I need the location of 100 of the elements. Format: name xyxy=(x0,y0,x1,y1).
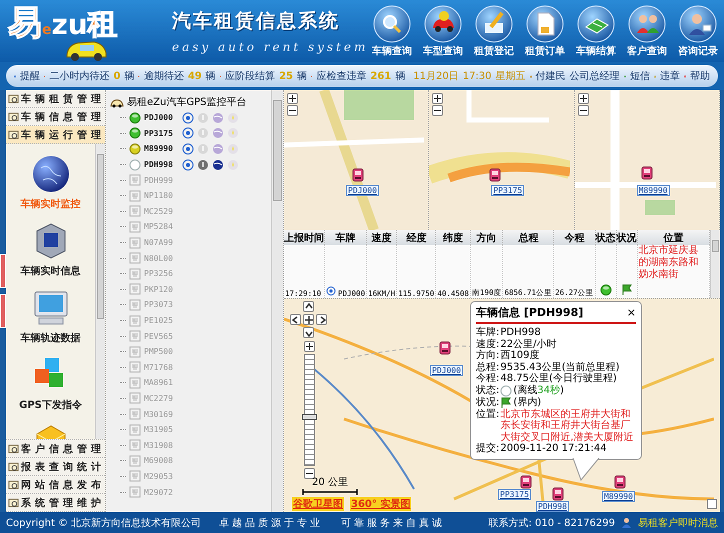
column-header[interactable]: 经度 xyxy=(396,230,436,245)
toolbar-button[interactable]: 咨询记录 xyxy=(678,4,718,58)
toolbar-button[interactable]: 租赁登记 xyxy=(474,4,514,58)
zoom-out-button[interactable] xyxy=(578,105,589,116)
zoom-in-button[interactable] xyxy=(578,93,589,104)
tree-root[interactable]: 易租eZu汽车GPS监控平台 xyxy=(110,94,271,110)
tree-item[interactable]: PP3175 xyxy=(110,126,271,142)
scrollbar[interactable] xyxy=(95,144,105,439)
plate-label[interactable]: PDJ000 xyxy=(430,365,463,376)
idle-status-icon xyxy=(129,142,141,155)
splitter-handle[interactable] xyxy=(0,294,6,328)
inactive-vehicle-icon xyxy=(129,205,141,218)
column-header[interactable]: 上报时间 xyxy=(284,230,324,245)
toolbar-button[interactable]: 车型查询 xyxy=(423,4,463,58)
plate-label[interactable]: PP3175 xyxy=(498,489,531,500)
column-header[interactable]: 车牌 xyxy=(324,230,367,245)
inactive-vehicle-icon xyxy=(129,190,141,202)
inactive-vehicle-icon xyxy=(129,439,141,452)
column-header[interactable]: 位置 xyxy=(637,230,710,245)
globe-icon xyxy=(212,158,224,171)
menu-section-header[interactable]: 车辆信息管理 xyxy=(6,108,105,126)
plate-label[interactable]: PP3175 xyxy=(491,185,524,196)
scale-label: 20 公里 xyxy=(312,476,348,489)
plate-label[interactable]: M89990 xyxy=(636,185,670,196)
toolbar-button[interactable]: 租赁订单 xyxy=(525,4,565,58)
tree-item[interactable]: M89990 xyxy=(110,141,271,157)
toolbar-link[interactable]: 短信 xyxy=(630,69,650,83)
toolbar-button[interactable]: 车辆查询 xyxy=(372,4,412,58)
field-label: 车牌: xyxy=(476,327,500,338)
column-header[interactable]: 今程 xyxy=(554,230,596,245)
offline-status-icon xyxy=(500,384,512,396)
inactive-vehicle-icon xyxy=(129,486,141,498)
zoom-in-button[interactable] xyxy=(432,93,444,104)
menu-item[interactable]: 车辆实时信息 xyxy=(20,221,80,278)
pan-right-button[interactable] xyxy=(316,314,327,325)
menu-section-header[interactable]: 网站信息发布 xyxy=(6,476,105,494)
scrollbar[interactable] xyxy=(271,90,283,512)
plate-label[interactable]: M89990 xyxy=(602,491,635,502)
column-header[interactable]: 速度 xyxy=(366,230,397,245)
splitter-handle[interactable] xyxy=(0,254,6,288)
plus-icon xyxy=(306,343,312,350)
toolbar-link[interactable]: 违章 xyxy=(660,69,680,83)
inactive-vehicle-icon xyxy=(129,346,141,358)
plate-label[interactable]: PDJ000 xyxy=(346,185,379,196)
signal-icon xyxy=(182,127,194,140)
map-corner-button[interactable] xyxy=(707,499,717,509)
plate-label[interactable]: PDH998 xyxy=(536,501,569,512)
center-button[interactable] xyxy=(303,314,314,325)
book-icon xyxy=(577,4,615,42)
zoom-in-button[interactable] xyxy=(287,93,298,104)
toolbar-button[interactable]: 客户查询 xyxy=(627,4,667,58)
pan-down-button[interactable] xyxy=(303,327,314,338)
inactive-vehicle-icon xyxy=(129,236,141,249)
menu-section-header[interactable]: 系统管理维护 xyxy=(6,494,105,512)
zoom-out-button[interactable] xyxy=(304,468,314,479)
reminder-text: 二小时内待还 xyxy=(49,70,110,83)
menu-section-header[interactable]: 客户信息管理 xyxy=(6,440,105,458)
unit-label: 辆 xyxy=(206,70,216,83)
inactive-vehicle-icon xyxy=(129,298,141,311)
pan-up-button[interactable] xyxy=(303,301,314,312)
folder-icon xyxy=(8,129,19,140)
scrollbar[interactable] xyxy=(710,230,720,298)
alert-icon xyxy=(196,112,209,124)
column-header[interactable]: 总程 xyxy=(502,230,554,245)
column-header[interactable]: 纬度 xyxy=(436,230,470,245)
popup-title: 车辆信息 [PDH998] xyxy=(476,305,584,320)
user-icon xyxy=(621,517,632,528)
field-label: 总程: xyxy=(476,362,500,373)
globe-icon xyxy=(30,154,70,194)
toolbar-button[interactable]: 车辆结算 xyxy=(576,4,616,58)
reminder-text: 逾期待还 xyxy=(144,70,184,83)
close-button[interactable]: × xyxy=(626,306,636,319)
pan-left-button[interactable] xyxy=(290,314,301,325)
folder-icon xyxy=(8,443,19,454)
menu-section-header[interactable]: 车辆运行管理 xyxy=(6,126,105,144)
menu-section-header[interactable]: 报表查询统计 xyxy=(6,458,105,476)
globe-icon xyxy=(212,142,224,155)
menu-item[interactable]: GPS下发指令 xyxy=(19,355,82,412)
toolbar-link[interactable]: 帮助 xyxy=(690,69,710,83)
zoom-in-button[interactable] xyxy=(304,341,314,352)
inactive-vehicle-icon xyxy=(129,174,141,186)
menu-item[interactable]: 车辆轨迹数据 xyxy=(20,288,80,345)
tree-item[interactable]: PDJ000 xyxy=(110,110,271,126)
messenger-link[interactable]: 易租客户即时消息 xyxy=(638,516,718,530)
column-header[interactable]: 状况 xyxy=(616,230,638,245)
zoom-out-button[interactable] xyxy=(287,105,298,116)
zoom-out-button[interactable] xyxy=(432,105,444,116)
signal-icon xyxy=(326,286,336,296)
folder-icon xyxy=(8,479,19,490)
arrow-left-icon xyxy=(292,316,300,324)
document-icon xyxy=(526,4,564,42)
column-header[interactable]: 状态 xyxy=(595,230,616,245)
column-header[interactable]: 方向 xyxy=(470,230,503,245)
tree-item[interactable]: PDH998 xyxy=(110,156,271,172)
menu-section-header[interactable]: 车辆租赁管理 xyxy=(6,90,105,108)
person-icon xyxy=(679,4,717,42)
people-icon xyxy=(628,4,666,42)
slider-thumb[interactable] xyxy=(302,414,316,420)
zoom-slider[interactable] xyxy=(304,354,314,466)
inactive-vehicle-icon xyxy=(129,376,141,389)
